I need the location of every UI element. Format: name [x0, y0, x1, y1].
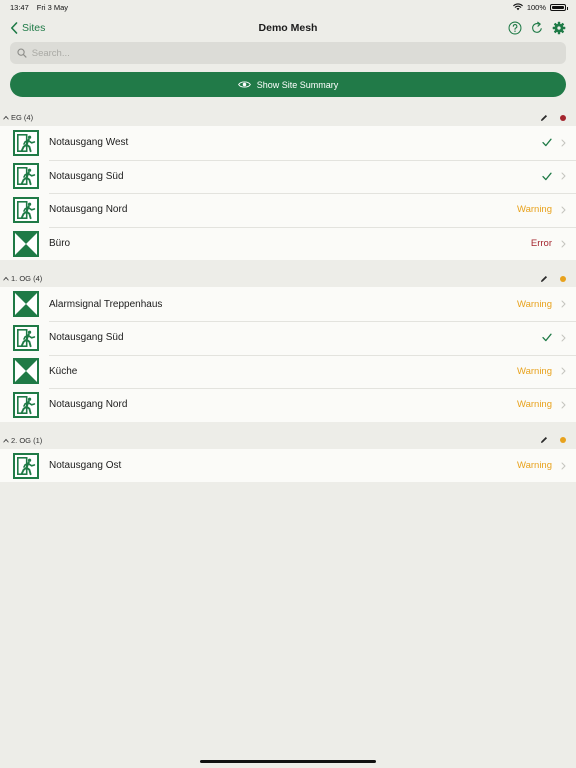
emergency-exit-icon	[13, 391, 39, 418]
refresh-icon[interactable]	[530, 21, 544, 35]
item-status: Warning	[517, 366, 552, 377]
list-item[interactable]: Notausgang Ost Warning	[0, 448, 576, 483]
chevron-right-icon	[561, 172, 566, 180]
section-header[interactable]: 1. OG (4)	[0, 270, 576, 287]
section-header[interactable]: 2. OG (1)	[0, 432, 576, 449]
checkmark-icon	[542, 172, 552, 181]
chevron-up-icon	[3, 115, 9, 120]
item-status: Warning	[517, 399, 552, 410]
wifi-icon	[513, 3, 523, 11]
status-text: Warning	[516, 365, 552, 377]
item-status: Error	[531, 238, 552, 249]
item-status: Warning	[517, 299, 552, 310]
status-text: Warning	[516, 204, 552, 216]
list-item[interactable]: Notausgang Nord Warning	[0, 193, 576, 227]
show-site-summary-label: Show Site Summary	[256, 79, 339, 90]
emergency-exit-icon	[13, 324, 39, 351]
chevron-right-icon	[561, 139, 566, 147]
item-name: Notausgang Süd	[49, 332, 124, 344]
alarm-signal-icon	[13, 291, 39, 318]
status-text: Error	[530, 238, 552, 250]
section-status-indicator	[560, 114, 566, 121]
item-status	[542, 172, 552, 181]
status-bar: 13:47 Fri 3 May 100%	[0, 0, 576, 14]
back-button-label: Sites	[22, 22, 46, 34]
item-name: Notausgang West	[49, 137, 129, 149]
pencil-icon[interactable]	[540, 114, 548, 122]
list-item[interactable]: Notausgang Nord Warning	[0, 388, 576, 422]
list-item[interactable]: Alarmsignal Treppenhaus Warning	[0, 287, 576, 321]
section-title: 1. OG (4)	[11, 274, 43, 284]
status-text: Warning	[516, 298, 552, 310]
section-status-indicator	[560, 437, 566, 444]
list-item[interactable]: Notausgang Süd	[0, 159, 576, 194]
status-time: 13:47	[10, 2, 29, 12]
emergency-exit-icon	[13, 129, 39, 156]
section-title: EG (4)	[11, 113, 34, 122]
chevron-right-icon	[561, 300, 566, 308]
alarm-signal-icon	[13, 358, 39, 385]
list-item[interactable]: Küche Warning	[0, 354, 576, 389]
checkmark-icon	[542, 333, 552, 342]
item-status: Warning	[517, 460, 552, 471]
chevron-right-icon	[561, 462, 566, 470]
battery-icon	[550, 3, 568, 11]
home-indicator	[200, 760, 376, 763]
chevron-right-icon	[561, 367, 566, 375]
section-status-indicator	[560, 275, 566, 282]
chevron-right-icon	[561, 401, 566, 409]
chevron-up-icon	[3, 277, 9, 281]
item-name: Notausgang Süd	[49, 170, 124, 182]
status-date: Fri 3 May	[36, 2, 69, 12]
help-circle-icon[interactable]	[508, 21, 522, 35]
item-status: Warning	[517, 204, 552, 215]
item-name: Alarmsignal Treppenhaus	[49, 298, 163, 310]
chevron-right-icon	[561, 240, 566, 248]
navigation-bar: Sites Demo Mesh	[0, 14, 576, 42]
gear-icon[interactable]	[552, 21, 566, 35]
list-item[interactable]: Notausgang West	[0, 126, 576, 160]
emergency-exit-icon	[13, 163, 39, 190]
status-text: Warning	[516, 399, 552, 411]
chevron-up-icon	[3, 438, 9, 443]
chevron-left-icon	[11, 22, 18, 34]
pencil-icon[interactable]	[540, 436, 548, 444]
search-bar[interactable]	[10, 42, 566, 64]
page-title: Demo Mesh	[258, 22, 318, 34]
chevron-right-icon	[561, 206, 566, 214]
list-item[interactable]: Notausgang Süd	[0, 320, 576, 355]
show-site-summary-button[interactable]: Show Site Summary	[10, 72, 566, 97]
search-icon	[17, 48, 27, 58]
item-name: Notausgang Ost	[49, 460, 122, 472]
item-name: Notausgang Nord	[49, 399, 128, 411]
emergency-exit-icon	[13, 196, 39, 223]
item-name: Notausgang Nord	[49, 204, 128, 216]
checkmark-icon	[542, 138, 552, 147]
sections-list: EG (4) Notausgang West Notausgang Süd No…	[0, 109, 576, 483]
pencil-icon[interactable]	[540, 275, 548, 283]
battery-percent: 100%	[526, 2, 546, 12]
item-status	[542, 333, 552, 342]
list-item[interactable]: Büro Error	[0, 226, 576, 261]
section-title: 2. OG (1)	[11, 435, 43, 445]
alarm-signal-icon	[13, 230, 39, 257]
search-input[interactable]	[31, 47, 559, 59]
eye-icon	[237, 81, 251, 88]
emergency-exit-icon	[13, 452, 39, 479]
item-status	[542, 138, 552, 147]
item-name: Küche	[49, 365, 78, 377]
back-button[interactable]: Sites	[10, 22, 45, 34]
item-name: Büro	[49, 238, 71, 250]
chevron-right-icon	[561, 334, 566, 342]
status-text: Warning	[516, 460, 552, 472]
section-header[interactable]: EG (4)	[0, 109, 576, 126]
